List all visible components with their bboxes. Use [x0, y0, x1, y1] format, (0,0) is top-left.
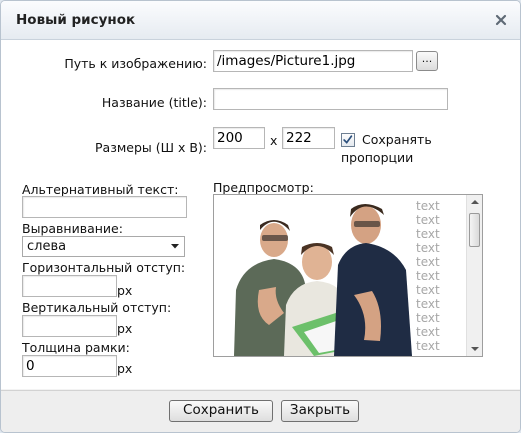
path-label: Путь к изображению: — [64, 56, 207, 71]
size-label: Размеры (Ш х В): — [95, 140, 207, 155]
filler-line: text — [416, 199, 440, 213]
preview-image — [214, 195, 414, 356]
keep-ratio-label: Сохранять — [362, 132, 432, 147]
filler-line: text — [416, 269, 440, 283]
preview-panel: text text text text text text text text … — [213, 194, 483, 357]
title-input[interactable] — [213, 88, 448, 110]
filler-line: text — [416, 325, 440, 339]
height-input[interactable] — [282, 127, 335, 149]
preview-label: Предпросмотр: — [213, 180, 314, 195]
align-select-value: слева — [27, 239, 67, 254]
hspace-label: Горизонтальный отступ: — [22, 260, 186, 275]
title-label: Название (title): — [101, 95, 207, 110]
filler-line: text — [416, 227, 440, 241]
alt-input[interactable] — [22, 196, 187, 218]
filler-line: text — [416, 213, 440, 227]
path-input[interactable] — [213, 50, 413, 72]
width-input[interactable] — [213, 127, 265, 149]
size-separator: x — [270, 133, 278, 148]
filler-line: text — [416, 339, 440, 353]
align-label: Выравнивание: — [22, 221, 123, 236]
align-select[interactable]: слева — [22, 236, 185, 257]
chevron-down-icon — [171, 244, 179, 249]
save-button[interactable]: Сохранить — [169, 400, 273, 422]
checkmark-icon — [343, 135, 353, 144]
filler-line: text — [416, 311, 440, 325]
border-input[interactable] — [22, 355, 117, 377]
filler-line: text — [416, 283, 440, 297]
vspace-unit: px — [117, 321, 133, 336]
scroll-thumb[interactable] — [469, 213, 480, 247]
border-label: Толщина рамки: — [22, 340, 130, 355]
hspace-input[interactable] — [22, 275, 117, 297]
scroll-down-icon[interactable] — [467, 342, 483, 356]
browse-button[interactable]: ... — [416, 51, 438, 71]
border-unit: px — [117, 361, 133, 376]
hspace-unit: px — [117, 283, 133, 298]
image-dialog: Новый рисунок Путь к изображению: ... На… — [0, 0, 521, 433]
dialog-titlebar: Новый рисунок — [1, 1, 520, 40]
scroll-up-icon[interactable] — [467, 195, 483, 209]
alt-label: Альтернативный текст: — [22, 182, 179, 197]
filler-line: text — [416, 297, 440, 311]
filler-line: text — [416, 241, 440, 255]
close-button[interactable]: Закрыть — [281, 400, 359, 422]
vspace-label: Вертикальный отступ: — [22, 300, 172, 315]
keep-ratio-label-2: пропорции — [341, 150, 414, 165]
close-icon[interactable] — [493, 12, 509, 28]
keep-ratio-checkbox[interactable] — [341, 133, 355, 147]
filler-line: text — [416, 255, 440, 269]
preview-filler-text: text text text text text text text text … — [416, 199, 456, 353]
dialog-title: Новый рисунок — [16, 12, 136, 28]
vspace-input[interactable] — [22, 315, 117, 337]
preview-scrollbar[interactable] — [466, 195, 483, 356]
